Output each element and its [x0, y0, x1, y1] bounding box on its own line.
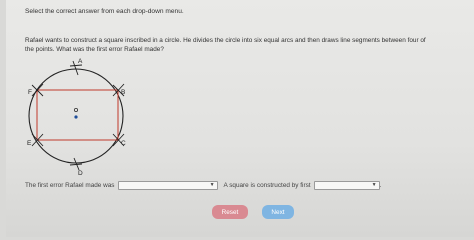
question-line-1: Rafael wants to construct a square inscr…: [25, 37, 426, 44]
label-f: F: [28, 89, 32, 96]
center-point: [74, 115, 78, 119]
chevron-down-icon: ▼: [209, 182, 215, 188]
label-a: A: [78, 58, 83, 65]
circle-construction-figure: A B C D E F: [27, 58, 126, 176]
answer-row: The first error Rafael made was ▼ A squa…: [25, 181, 381, 190]
instruction-text: Select the correct answer from each drop…: [25, 8, 184, 15]
label-c: C: [121, 140, 126, 147]
next-button[interactable]: Next: [262, 205, 294, 219]
reset-button[interactable]: Reset: [212, 205, 248, 219]
center-mark: [74, 108, 79, 113]
answer-prefix: The first error Rafael made was: [25, 182, 115, 189]
first-error-dropdown[interactable]: ▼: [117, 181, 218, 190]
label-e: E: [27, 140, 32, 147]
answer-middle: A square is constructed by first: [223, 182, 311, 189]
chevron-down-icon: ▼: [371, 182, 377, 188]
answer-suffix: .: [379, 182, 382, 189]
label-d: D: [78, 170, 83, 176]
construction-step-dropdown[interactable]: ▼: [313, 181, 380, 190]
label-b: B: [121, 89, 125, 96]
arc-marks: [31, 60, 125, 171]
